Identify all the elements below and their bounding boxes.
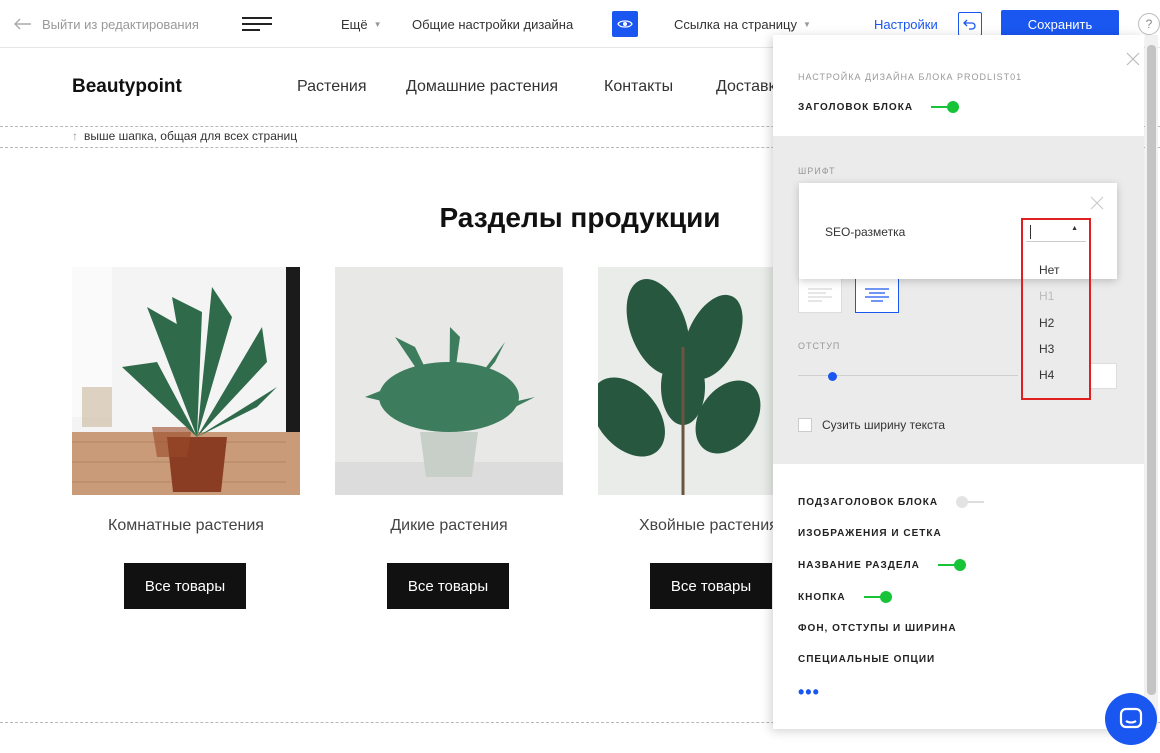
seo-option-h2[interactable]: H2 [1039,316,1054,330]
nav-item-contacts[interactable]: Контакты [604,78,673,96]
exit-edit-label: Выйти из редактирования [42,16,199,32]
arrow-left-icon [14,18,31,30]
align-center-button[interactable] [855,277,899,313]
section-name[interactable]: Название раздела [798,559,966,571]
header-note-text: выше шапка, общая для всех страниц [84,129,298,143]
block-title-toggle[interactable] [931,101,960,113]
seo-option-h4[interactable]: H4 [1039,368,1054,382]
section-label: Название раздела [798,559,920,571]
design-settings-link[interactable]: Общие настройки дизайна [412,0,573,48]
align-left-icon [808,288,832,302]
card-image[interactable] [335,267,563,495]
header-note: ↑ выше шапка, общая для всех страниц [72,129,297,143]
site-logo[interactable]: Beautypoint [72,76,182,98]
all-products-button[interactable]: Все товары [124,563,246,609]
exit-edit-button[interactable]: Выйти из редактирования [14,0,199,48]
section-name-toggle[interactable] [937,559,966,571]
settings-label: Настройки [874,16,938,32]
nav-item-home-plants[interactable]: Домашние растения [406,78,558,96]
panel-caption: Настройка дизайна блока PRODLIST01 [798,72,1023,82]
all-products-button[interactable]: Все товары [387,563,509,609]
all-products-button[interactable]: Все товары [650,563,772,609]
card-title: Дикие растения [390,517,508,534]
align-center-icon [865,288,889,302]
panel-scrollbar-thumb[interactable] [1147,45,1156,695]
section-label: Фон, отступы и ширина [798,623,957,634]
seo-option-none[interactable]: Нет [1039,263,1059,277]
chat-button[interactable] [1105,693,1157,745]
block-title-label: Заголовок блока [798,101,914,113]
seo-option-h1: H1 [1039,289,1055,303]
more-options-button[interactable]: ••• [798,683,820,701]
undo-icon [963,19,976,30]
section-images-grid[interactable]: Изображения и сетка [798,528,942,539]
chevron-down-icon: ▼ [373,19,382,29]
font-caption: Шрифт [798,166,836,176]
section-button[interactable]: Кнопка [798,591,892,603]
card-image[interactable] [598,267,773,495]
help-button[interactable]: ? [1138,13,1160,35]
seo-dropdown-highlight [1021,218,1091,400]
hamburger-icon [242,17,272,31]
section-subtitle[interactable]: Подзаголовок блока [798,496,985,508]
text-cursor [1030,225,1031,239]
indent-caption: Отступ [798,341,841,351]
section-label: Изображения и сетка [798,528,942,539]
card-image[interactable] [72,267,300,495]
narrow-text-checkbox-row[interactable]: Сузить ширину текста [798,418,945,432]
subtitle-toggle[interactable] [956,496,985,508]
card-title: Комнатные растения [108,517,264,534]
button-toggle[interactable] [863,591,892,603]
seo-markup-label: SEO-разметка [825,225,906,239]
more-dropdown[interactable]: Ещё ▼ [341,0,382,48]
section-special-options[interactable]: Специальные опции [798,654,935,665]
chevron-down-icon: ▼ [802,19,811,29]
save-button[interactable]: Сохранить [1001,10,1119,38]
menu-button[interactable] [242,0,272,48]
section-background[interactable]: Фон, отступы и ширина [798,623,957,634]
close-icon[interactable] [1125,51,1141,67]
eye-icon [617,20,633,28]
preview-button[interactable] [612,11,638,37]
close-icon[interactable] [1089,195,1105,211]
align-left-button[interactable] [798,277,842,313]
more-label: Ещё [341,16,368,32]
page-link-label: Ссылка на страницу [674,16,797,32]
section-label: Кнопка [798,591,846,603]
block-title-toggle-row[interactable]: Заголовок блока [798,101,960,113]
seo-markup-select[interactable]: ▲ [1026,222,1086,242]
nav-item-plants[interactable]: Растения [297,78,367,96]
arrow-up-icon: ↑ [72,129,78,143]
narrow-text-label: Сузить ширину текста [822,418,946,432]
section-label: Подзаголовок блока [798,496,939,508]
chat-icon [1119,707,1143,729]
undo-button[interactable] [958,12,982,36]
card-title: Хвойные растения [639,517,778,534]
indent-input[interactable] [1089,363,1117,389]
caret-up-icon: ▲ [1071,225,1078,232]
narrow-text-checkbox[interactable] [798,418,812,432]
seo-option-h3[interactable]: H3 [1039,342,1054,356]
section-label: Специальные опции [798,654,936,665]
design-settings-label: Общие настройки дизайна [412,16,574,32]
indent-slider-handle[interactable] [828,372,837,381]
